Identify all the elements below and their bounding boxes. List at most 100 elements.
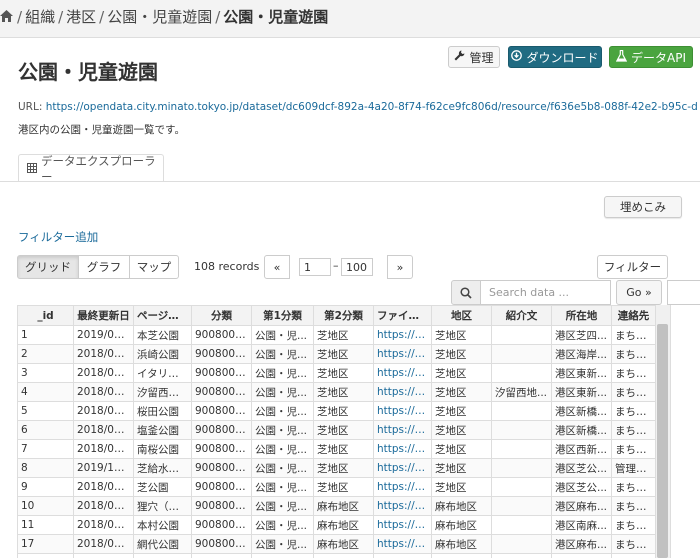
view-grid-button[interactable]: グリッド <box>17 255 79 279</box>
table-cell: 麻布地区 <box>313 496 374 516</box>
table-row[interactable]: 5 2018/06/... 桜田公園 9008001... 公園・児... 芝地区 http… <box>17 401 656 421</box>
column-header[interactable]: 地区 <box>431 305 492 326</box>
table-row[interactable]: 10 2018/06/... 狸穴（ま... 9008002... 公園・児... 麻布地… <box>17 496 656 516</box>
tab-label: データエクスプローラー <box>41 153 156 184</box>
resource-url-line: URL: https://opendata.city.minato.tokyo.… <box>18 101 698 113</box>
column-header[interactable]: 第1分類 <box>251 305 314 326</box>
download-button[interactable]: ダウンロード <box>508 46 602 68</box>
data-api-button[interactable]: データAPI <box>609 46 693 68</box>
table-cell: 麻布地区 <box>313 553 374 558</box>
pager-next-button[interactable]: » <box>387 255 413 279</box>
column-header[interactable]: 分類 <box>191 305 252 326</box>
table-row[interactable]: 2 2018/06/... 浜崎公園 9008001... 公園・児... 芝地区 http… <box>17 344 656 364</box>
table-cell: 芝地区 <box>313 344 374 364</box>
url-label: URL: <box>18 101 43 113</box>
add-filter-link[interactable]: フィルター追加 <box>18 229 98 245</box>
embed-button[interactable]: 埋めこみ <box>604 196 682 218</box>
breadcrumb-dataset[interactable]: 公園・児童遊園 <box>107 8 212 26</box>
table-cell: 9008001... <box>191 458 252 478</box>
table-cell: 港区芝四... <box>551 325 612 345</box>
table-cell[interactable]: https://w... <box>373 553 432 558</box>
table-cell: 芝地区 <box>313 401 374 421</box>
go-button[interactable]: Go » <box>616 280 662 305</box>
table-row[interactable]: 9 2018/06/... 芝公園 9008001... 公園・児... 芝地区 https… <box>17 477 656 497</box>
view-map-button[interactable]: マップ <box>129 255 179 279</box>
table-cell[interactable]: https://w... <box>373 401 432 421</box>
breadcrumb-minato[interactable]: 港区 <box>66 8 96 26</box>
table-cell: 麻布地区 <box>431 553 492 558</box>
table-cell <box>491 401 552 421</box>
grid-scrollbar-thumb[interactable] <box>657 324 668 558</box>
grid-right-edge <box>670 305 700 558</box>
table-row[interactable]: 17 2018/08/... 網代公園 9008002... 公園・児... 麻布地区 ht… <box>17 534 656 554</box>
table-cell: 9008001... <box>191 344 252 364</box>
table-cell: 公園・児... <box>251 515 314 535</box>
table-cell[interactable]: https://w... <box>373 420 432 440</box>
column-header[interactable]: 連絡先 <box>611 305 656 326</box>
table-cell[interactable]: https://w... <box>373 439 432 459</box>
home-icon[interactable] <box>0 8 14 26</box>
pager-prev-button[interactable]: « <box>264 255 290 279</box>
filter-toggle-button[interactable]: フィルター <box>597 255 668 279</box>
manage-button[interactable]: 管理 <box>448 46 500 68</box>
table-cell: 2018/06/... <box>73 401 134 421</box>
table-cell: 汐留西公園 <box>133 382 192 402</box>
table-cell: 5 <box>17 401 74 421</box>
grid-icon <box>27 162 37 176</box>
table-cell[interactable]: https://w... <box>373 534 432 554</box>
table-cell: 芝地区 <box>431 420 492 440</box>
table-row[interactable]: 132018/08/...有栖川宮...9008002...公園・児...麻布地… <box>17 553 656 558</box>
table-cell[interactable]: https://w... <box>373 363 432 383</box>
table-row[interactable]: 4 2018/06/... 汐留西公園 9008001... 公園・児... 芝地区 htt… <box>17 382 656 402</box>
table-cell: 芝地区 <box>431 458 492 478</box>
breadcrumb-organization[interactable]: 組織 <box>25 8 55 26</box>
table-row[interactable]: 8 2019/11/... 芝給水所... 9008001... 公園・児... 芝地区 h… <box>17 458 656 478</box>
table-cell: 芝地区 <box>431 382 492 402</box>
table-cell: 13 <box>17 553 74 558</box>
table-row[interactable]: 6 2018/06/... 塩釜公園 9008001... 公園・児... 芝地区 http… <box>17 420 656 440</box>
table-cell: 麻布地区 <box>431 534 492 554</box>
table-row[interactable]: 1 2019/05/... 本芝公園 9008001... 公園・児... 芝地区 http… <box>17 325 656 345</box>
table-cell: 8 <box>17 458 74 478</box>
column-header[interactable]: 第2分類 <box>313 305 374 326</box>
search-input[interactable] <box>480 280 611 305</box>
resource-url-link[interactable]: https://opendata.city.minato.tokyo.jp/da… <box>46 101 698 113</box>
column-header[interactable]: 紹介文 <box>491 305 552 326</box>
table-cell: 9008001... <box>191 477 252 497</box>
table-cell: 公園・児... <box>251 363 314 383</box>
table-cell: まちづく <box>611 420 656 440</box>
column-header[interactable]: 最終更新日 <box>73 305 134 326</box>
table-cell <box>491 458 552 478</box>
table-cell: 9008001... <box>191 401 252 421</box>
tab-data-explorer[interactable]: データエクスプローラー <box>18 153 164 184</box>
table-row[interactable]: 3 2018/06/... イタリア... 9008001... 公園・児... 芝地区 h… <box>17 363 656 383</box>
table-cell: 2018/08/... <box>73 553 134 558</box>
table-cell[interactable]: https://w... <box>373 382 432 402</box>
table-cell[interactable]: https://w... <box>373 458 432 478</box>
record-count: 108 records <box>194 260 260 273</box>
table-cell: 南麻布五... <box>551 553 612 558</box>
table-cell[interactable]: https://w... <box>373 477 432 497</box>
table-cell[interactable]: https://w... <box>373 496 432 516</box>
table-cell[interactable]: https://w... <box>373 344 432 364</box>
table-cell: 2018/06/... <box>73 382 134 402</box>
table-cell[interactable]: https://w... <box>373 325 432 345</box>
table-cell <box>491 439 552 459</box>
column-header[interactable]: _id <box>17 305 74 326</box>
table-row[interactable]: 11 2018/08/... 本村公園 9008002... 公園・児... 麻布地区 ht… <box>17 515 656 535</box>
column-header[interactable]: 所在地 <box>551 305 612 326</box>
table-cell[interactable]: https://w... <box>373 515 432 535</box>
table-cell <box>491 496 552 516</box>
column-header[interactable]: ページタ... <box>133 305 192 326</box>
pager-to-input[interactable]: 100 <box>341 258 373 276</box>
table-cell: 9008001... <box>191 382 252 402</box>
view-graph-button[interactable]: グラフ <box>78 255 130 279</box>
column-header[interactable]: ファイル... <box>373 305 432 326</box>
table-cell: 麻布地区 <box>431 496 492 516</box>
table-row[interactable]: 7 2018/06/... 南桜公園 9008001... 公園・児... 芝地区 http… <box>17 439 656 459</box>
table-cell: 2 <box>17 344 74 364</box>
table-cell: 1 <box>17 325 74 345</box>
table-cell: 浜崎公園 <box>133 344 192 364</box>
pager-from-input[interactable]: 1 <box>299 258 331 276</box>
table-cell <box>491 363 552 383</box>
